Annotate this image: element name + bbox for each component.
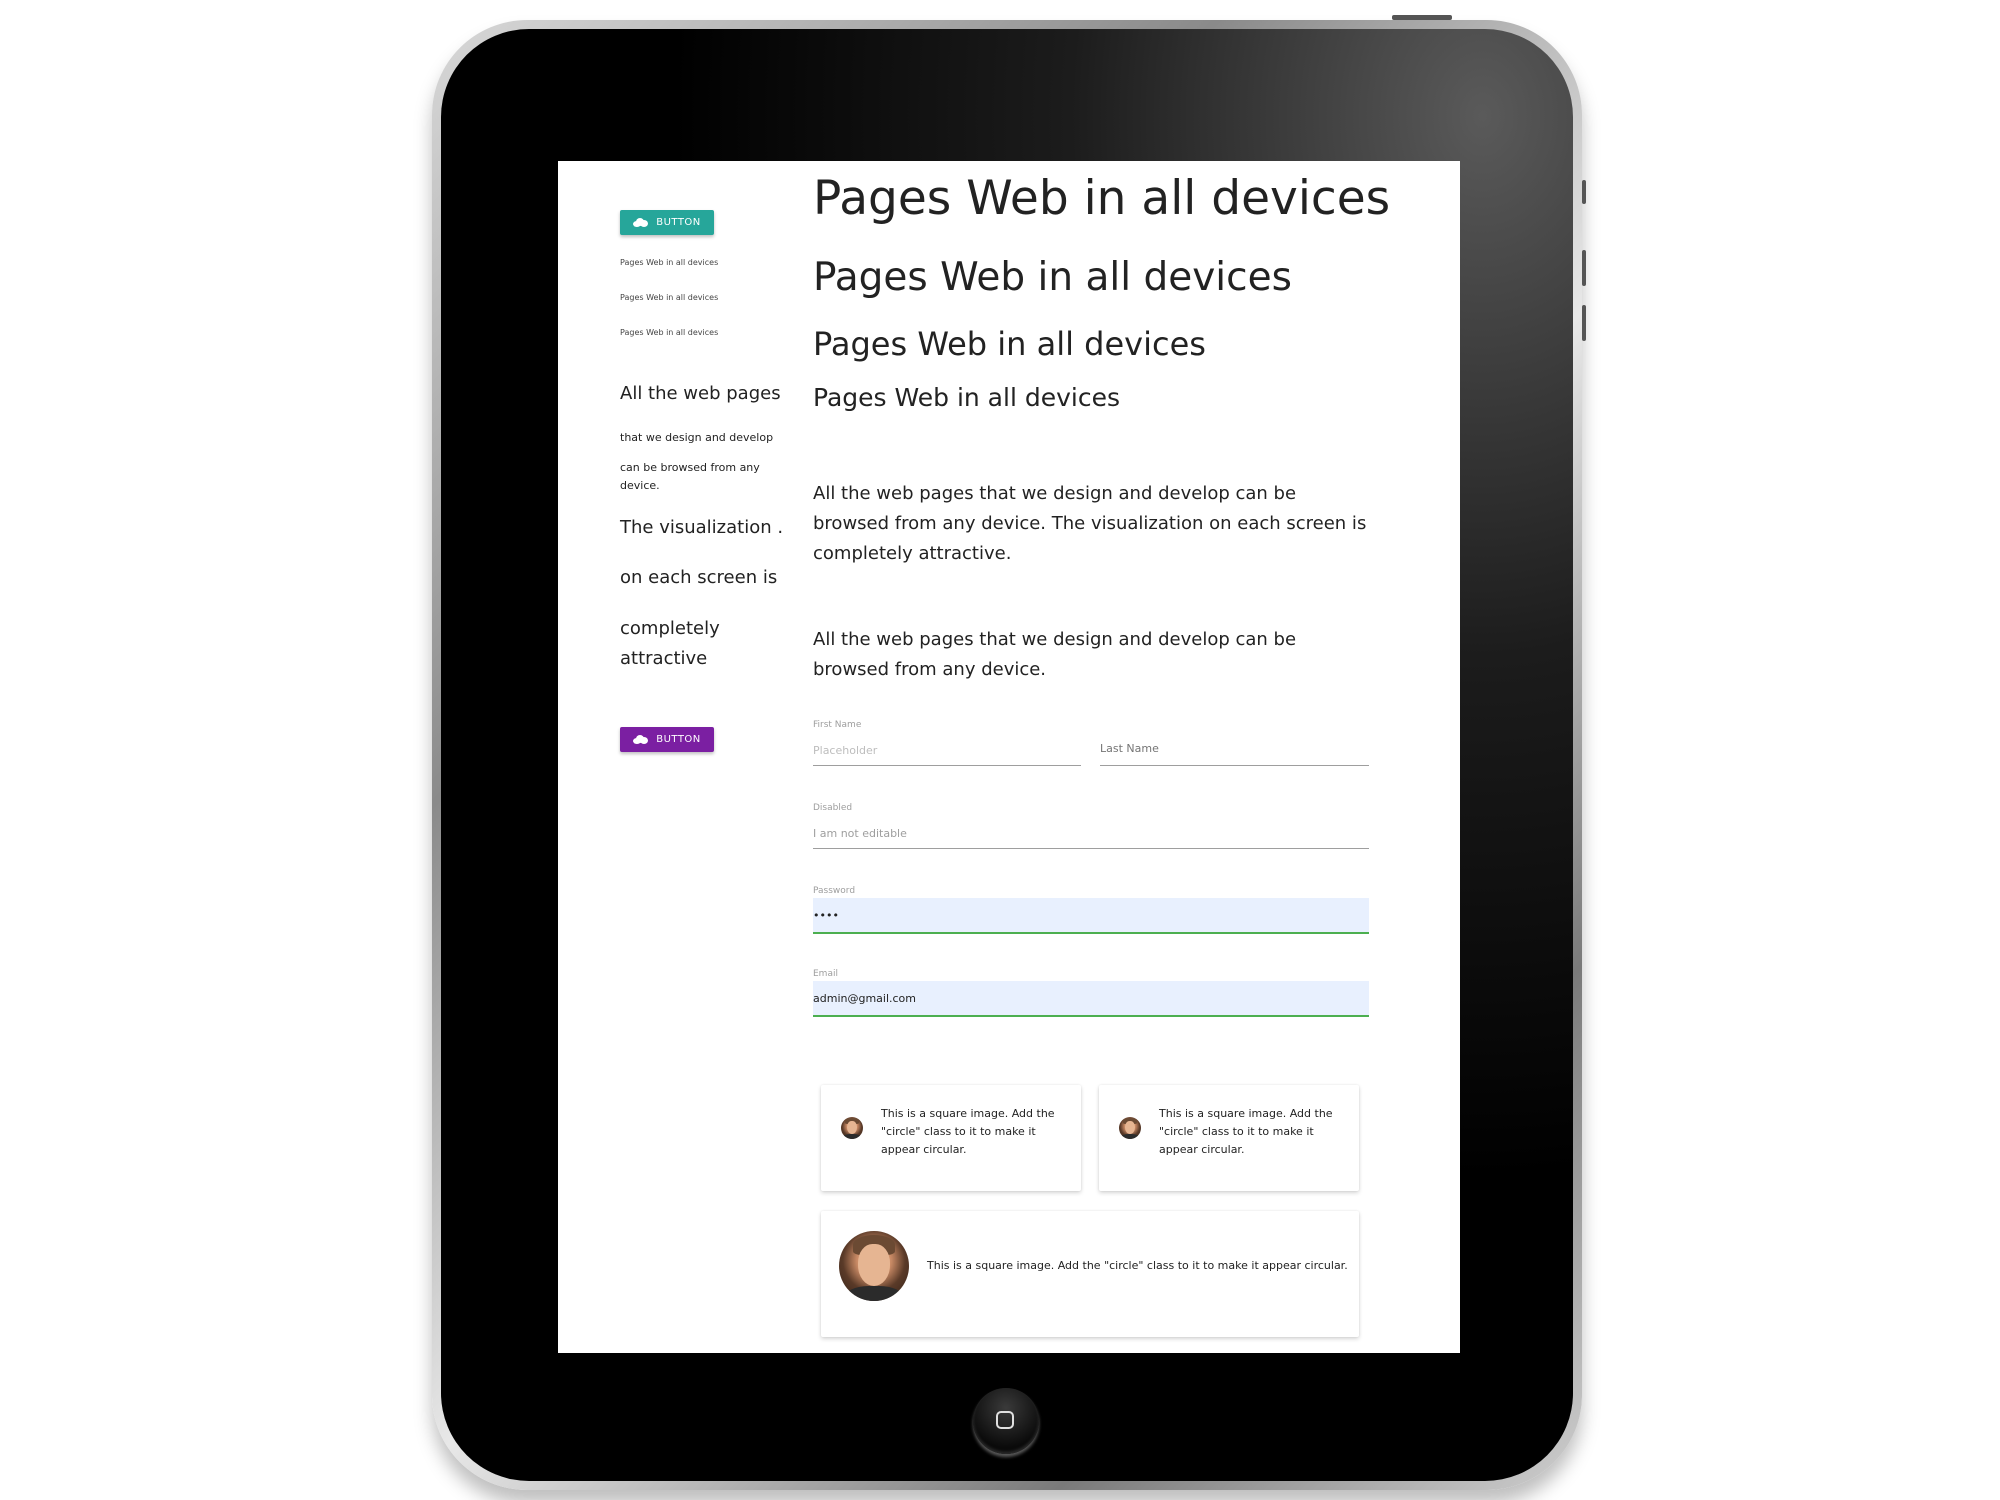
first-name-input[interactable] — [813, 736, 1081, 766]
sidebar-text-4: The visualization . — [620, 517, 784, 538]
cloud-button-teal[interactable]: BUTTON — [620, 210, 714, 235]
device-screen: BUTTON Pages Web in all devices Pages We… — [558, 161, 1460, 1353]
first-name-label: First Name — [813, 720, 862, 730]
avatar — [841, 1117, 863, 1139]
paragraph-2: All the web pages that we design and dev… — [813, 629, 1297, 680]
card-text: This is a square image. Add the "circle"… — [1159, 1107, 1333, 1156]
avatar — [1119, 1117, 1141, 1139]
sidebar-link-2[interactable]: Pages Web in all devices — [620, 293, 718, 302]
email-field: Email — [813, 969, 1369, 1019]
sidebar-text-2: that we design and develop — [620, 431, 774, 444]
image-card-2: This is a square image. Add the "circle"… — [1099, 1085, 1359, 1191]
cloud-icon — [633, 735, 649, 744]
card-text: This is a square image. Add the "circle"… — [927, 1259, 1348, 1272]
card-text: This is a square image. Add the "circle"… — [881, 1107, 1055, 1156]
password-label: Password — [813, 886, 856, 896]
cloud-button-purple[interactable]: BUTTON — [620, 727, 714, 752]
sidebar-text-6: completely attractive — [620, 618, 720, 669]
email-input[interactable] — [813, 981, 1369, 1017]
disabled-field: Disabled — [813, 803, 1369, 851]
paragraph-1: All the web pages that we design and dev… — [813, 483, 1367, 564]
heading-2: Pages Web in all devices — [813, 255, 1292, 300]
sidebar-link-1[interactable]: Pages Web in all devices — [620, 258, 718, 267]
power-button — [1392, 15, 1452, 20]
button-label: BUTTON — [656, 734, 701, 745]
button-label: BUTTON — [656, 217, 701, 228]
sidebar-text-3: can be browsed from any device. — [620, 461, 760, 492]
last-name-field: Last Name — [1100, 720, 1369, 768]
sidebar-text-1: All the web pages — [620, 383, 781, 404]
heading-1: Pages Web in all devices — [813, 171, 1391, 226]
disabled-label: Disabled — [813, 803, 853, 813]
heading-3: Pages Web in all devices — [813, 325, 1206, 363]
image-card-1: This is a square image. Add the "circle"… — [821, 1085, 1081, 1191]
volume-up-button — [1582, 180, 1586, 204]
cloud-icon — [633, 218, 649, 227]
password-input[interactable] — [813, 898, 1369, 934]
last-name-input[interactable] — [1100, 736, 1369, 766]
avatar — [839, 1231, 909, 1301]
email-label: Email — [813, 969, 838, 979]
mute-switch — [1582, 305, 1586, 341]
password-field: Password — [813, 886, 1369, 936]
sidebar-link-3[interactable]: Pages Web in all devices — [620, 328, 718, 337]
volume-rocker — [1582, 250, 1586, 286]
image-card-3: This is a square image. Add the "circle"… — [821, 1211, 1359, 1337]
disabled-input — [813, 819, 1369, 849]
home-button-icon[interactable] — [973, 1388, 1039, 1454]
home-square-icon — [996, 1411, 1014, 1429]
sidebar-text-5: on each screen is — [620, 567, 778, 588]
heading-4: Pages Web in all devices — [813, 383, 1120, 412]
first-name-field: First Name — [813, 720, 1081, 768]
